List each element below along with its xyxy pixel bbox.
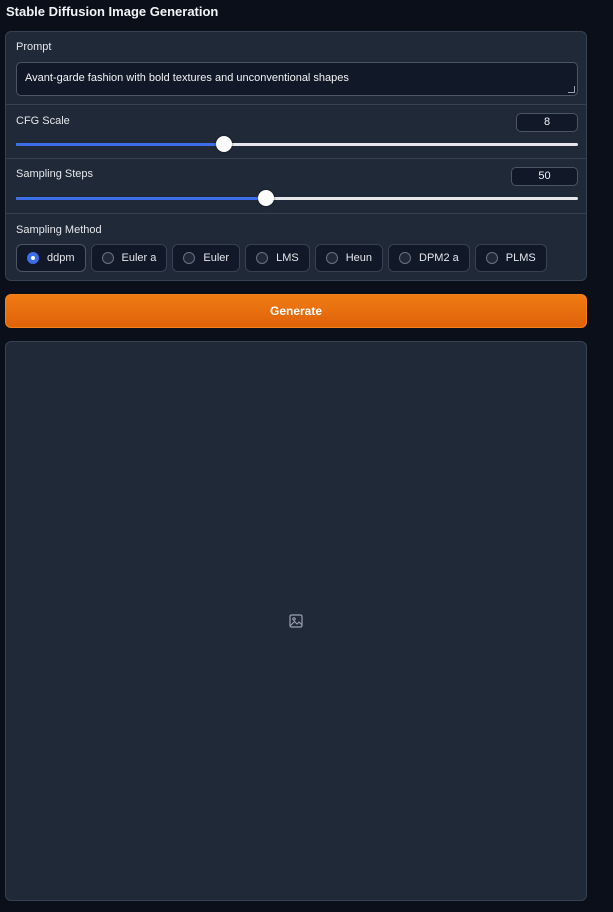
radio-dot-icon bbox=[399, 252, 411, 264]
output-image-area bbox=[5, 341, 587, 901]
radio-dot-icon bbox=[101, 252, 114, 264]
sampling-steps-label: Sampling Steps bbox=[16, 168, 94, 180]
radio-option[interactable]: ddpm bbox=[16, 244, 86, 272]
cfg-scale-label: CFG Scale bbox=[16, 115, 70, 127]
radio-option-label: LMS bbox=[276, 252, 299, 264]
radio-option-label: ddpm bbox=[47, 252, 75, 264]
radio-option[interactable]: DPM2 a bbox=[388, 244, 470, 272]
radio-option[interactable]: Euler a bbox=[90, 244, 168, 272]
sampling-steps-slider-thumb[interactable] bbox=[258, 190, 275, 206]
prompt-text: Avant-garde fashion with bold textures a… bbox=[25, 72, 349, 84]
radio-option-label: Euler a bbox=[121, 252, 157, 264]
radio-option-label: Heun bbox=[345, 252, 372, 264]
controls-panel: Prompt Avant-garde fashion with bold tex… bbox=[5, 31, 587, 281]
cfg-scale-block: CFG Scale 8 bbox=[6, 105, 586, 159]
radio-dot-icon bbox=[485, 252, 498, 264]
radio-option[interactable]: Heun bbox=[314, 244, 383, 272]
cfg-scale-slider-fill bbox=[16, 143, 224, 146]
cfg-scale-slider[interactable] bbox=[16, 136, 578, 152]
prompt-block: Prompt Avant-garde fashion with bold tex… bbox=[6, 32, 586, 105]
sampling-method-block: Sampling Method ddpm Euler a Euler LMS H… bbox=[6, 214, 586, 280]
radio-option[interactable]: PLMS bbox=[474, 244, 547, 272]
prompt-input[interactable]: Avant-garde fashion with bold textures a… bbox=[16, 62, 578, 96]
sampling-method-label: Sampling Method bbox=[16, 224, 102, 236]
cfg-scale-number-input[interactable]: 8 bbox=[516, 113, 578, 132]
prompt-label: Prompt bbox=[16, 41, 52, 53]
sampling-steps-number-input[interactable]: 50 bbox=[511, 167, 578, 186]
resize-handle[interactable] bbox=[568, 86, 575, 93]
sampling-steps-slider-fill bbox=[16, 197, 267, 200]
radio-option-label: Euler bbox=[203, 252, 230, 264]
radio-dot-icon bbox=[325, 252, 338, 264]
radio-option-label: DPM2 a bbox=[419, 252, 459, 264]
radio-option[interactable]: LMS bbox=[245, 244, 310, 272]
radio-dot-icon bbox=[256, 252, 269, 264]
sampling-steps-slider[interactable] bbox=[16, 190, 578, 206]
radio-dot-icon bbox=[183, 252, 196, 264]
radio-dot-icon bbox=[27, 252, 39, 264]
cfg-scale-slider-thumb[interactable] bbox=[215, 136, 232, 152]
radio-option[interactable]: Euler bbox=[172, 244, 241, 272]
sampling-method-radio-group: ddpm Euler a Euler LMS Heun DPM2 a PLMS bbox=[16, 244, 547, 272]
generate-button[interactable]: Generate bbox=[5, 294, 587, 328]
app-title: Stable Diffusion Image Generation bbox=[6, 4, 219, 19]
radio-option-label: PLMS bbox=[505, 252, 536, 264]
image-icon bbox=[289, 614, 303, 628]
sampling-steps-block: Sampling Steps 50 bbox=[6, 159, 586, 214]
